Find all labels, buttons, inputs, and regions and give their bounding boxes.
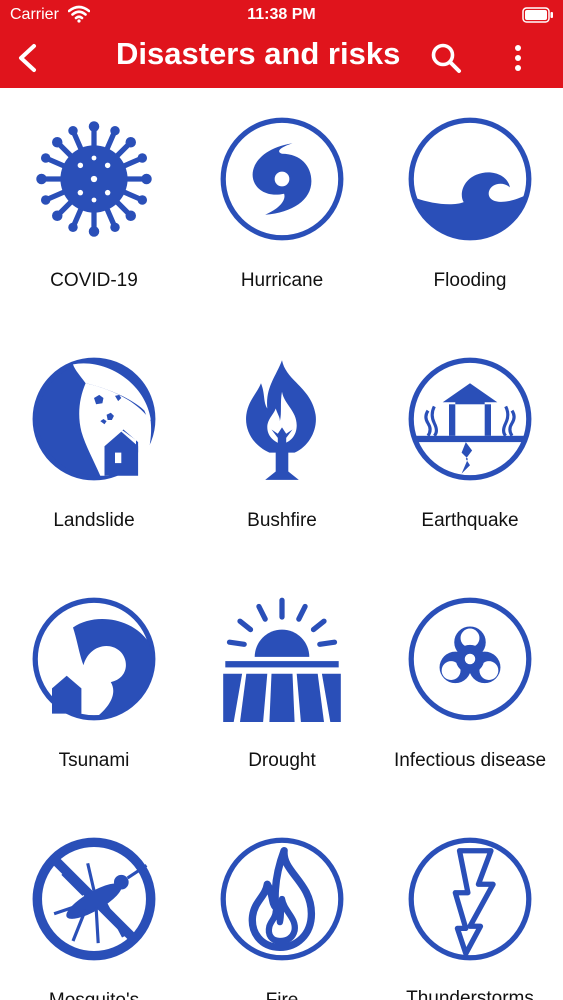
tile-label: Fire <box>188 990 376 1000</box>
search-button[interactable] <box>428 40 464 76</box>
tile-label: Earthquake <box>421 510 519 531</box>
earthquake-icon <box>408 357 532 481</box>
tile-label: Bushfire <box>247 510 317 531</box>
tile-label: Flooding <box>433 270 507 291</box>
tile-mosquitos[interactable]: Mosquito's <box>0 808 188 1000</box>
tile-label: Infectious disease <box>393 750 547 771</box>
tile-label: Landslide <box>53 510 135 531</box>
tile-flooding[interactable]: Flooding <box>376 88 563 328</box>
tile-label: Hurricane <box>240 270 324 291</box>
status-time: 11:38 PM <box>247 6 316 23</box>
tile-label: Drought <box>248 750 316 771</box>
biohazard-icon <box>408 597 532 721</box>
more-menu-button[interactable] <box>504 40 532 76</box>
hurricane-icon <box>220 117 344 241</box>
tile-hurricane[interactable]: Hurricane <box>188 88 376 328</box>
tile-earthquake[interactable]: Earthquake <box>376 328 563 568</box>
tile-infectious-disease[interactable]: Infectious disease <box>376 568 563 808</box>
page-title: Disasters and risks <box>116 36 401 71</box>
back-button[interactable] <box>10 38 46 78</box>
tile-drought[interactable]: Drought <box>188 568 376 808</box>
tile-covid-19[interactable]: COVID-19 <box>0 88 188 328</box>
flood-wave-icon <box>408 117 532 241</box>
tile-label: Mosquito's <box>0 990 188 1000</box>
disaster-grid: COVID-19 Hurricane Flooding Landslide Bu… <box>0 88 563 1000</box>
virus-icon <box>36 121 152 237</box>
no-mosquito-icon <box>32 837 156 961</box>
bushfire-icon <box>246 360 316 480</box>
navigation-bar: Disasters and risks <box>0 30 563 88</box>
tile-fire[interactable]: Fire <box>188 808 376 1000</box>
lightning-icon <box>408 837 532 961</box>
fire-icon <box>220 837 344 961</box>
tile-label: Thunderstorms <box>406 988 534 1000</box>
tile-bushfire[interactable]: Bushfire <box>188 328 376 568</box>
tsunami-icon <box>32 597 156 721</box>
landslide-icon <box>32 357 156 481</box>
battery-icon <box>522 7 553 23</box>
status-bar: Carrier 11:38 PM <box>0 0 563 30</box>
tile-label: Tsunami <box>58 750 130 771</box>
tile-label: COVID-19 <box>50 270 138 291</box>
tile-tsunami[interactable]: Tsunami <box>0 568 188 808</box>
drought-icon <box>223 597 341 722</box>
top-bar: Carrier 11:38 PM Disasters and risks <box>0 0 563 88</box>
tile-landslide[interactable]: Landslide <box>0 328 188 568</box>
tile-thunderstorms[interactable]: Thunderstorms <box>376 808 563 1000</box>
